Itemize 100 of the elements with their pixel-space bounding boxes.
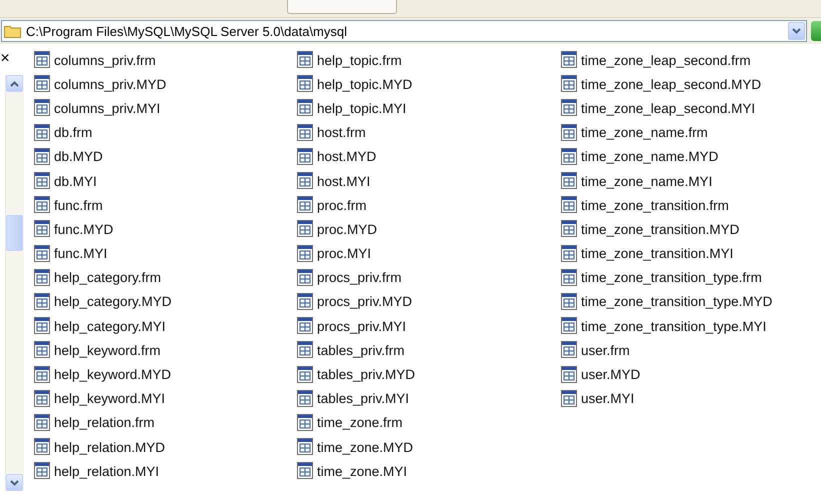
file-name[interactable]: time_zone_name.frm [581,125,708,140]
scroll-up-button[interactable] [6,75,23,92]
file-name[interactable]: db.MYI [54,174,97,189]
file-name[interactable]: procs_priv.MYD [317,294,412,310]
file-name[interactable]: time_zone_transition.frm [581,198,729,213]
file-name[interactable]: user.frm [581,342,630,358]
file-name[interactable]: host.MYD [317,149,376,164]
file-name[interactable]: help_topic.MYI [317,100,406,116]
file-icon [34,438,51,456]
file-icon [297,366,314,384]
file-icon [34,172,51,190]
chevron-down-icon [10,480,19,486]
file-icon [561,244,578,263]
file-name[interactable]: help_keyword.MYI [54,391,166,406]
file-icon [297,462,314,480]
file-name[interactable]: db.frm [54,125,92,140]
file-name[interactable]: help_relation.frm [54,415,155,430]
file-name[interactable]: tables_priv.frm [317,342,405,358]
file-name[interactable]: procs_priv.MYI [317,318,406,334]
file-icon [34,51,51,70]
file-icon [297,51,314,70]
file-name[interactable]: help_topic.frm [317,52,402,68]
file-icon [34,124,51,142]
file-icon [34,390,51,408]
file-name[interactable]: user.MYI [581,391,634,406]
file-name[interactable]: columns_priv.MYD [54,76,166,92]
file-icon [34,268,51,287]
file-name[interactable]: proc.MYI [317,246,372,262]
file-name[interactable]: host.MYI [317,174,370,189]
file-icon [561,390,578,408]
file-name[interactable]: tables_priv.MYD [317,367,416,382]
file-name[interactable]: func.MYI [54,246,108,262]
file-icon [561,75,578,94]
file-icon [561,292,578,311]
dropdown-button[interactable] [788,22,805,40]
file-name[interactable]: time_zone.MYI [317,464,408,479]
file-icon [297,414,314,432]
chevron-down-icon [792,28,801,34]
file-name[interactable]: func.frm [54,198,103,213]
file-icon [297,124,314,142]
file-icon [297,99,314,118]
file-icon [34,414,51,432]
file-icon [297,148,314,166]
file-icon [297,317,314,336]
file-icon [561,124,578,142]
file-icon [561,51,578,70]
file-name[interactable]: proc.frm [317,198,367,213]
file-name[interactable]: time_zone.MYD [317,440,414,455]
file-name[interactable]: time_zone_transition_type.MYD [581,294,772,310]
file-name[interactable]: time_zone_name.MYD [581,149,718,164]
file-name[interactable]: db.MYD [54,149,103,164]
file-name[interactable]: help_keyword.frm [54,342,161,358]
file-icon [561,99,578,118]
file-name[interactable]: time_zone_leap_second.frm [581,52,751,68]
scroll-down-button[interactable] [6,474,23,491]
file-name[interactable]: time_zone_transition_type.frm [581,270,762,286]
file-icon [34,75,51,94]
file-icon [561,366,578,384]
file-icon [34,196,51,214]
file-icon [34,341,51,360]
file-name[interactable]: func.MYD [54,222,114,237]
file-icon [297,341,314,360]
file-name[interactable]: time_zone_transition.MYD [581,222,740,237]
file-name[interactable]: help_relation.MYD [54,440,166,455]
file-name[interactable]: time_zone_leap_second.MYI [581,100,756,116]
address-field[interactable]: C:\Program Files\MySQL\MySQL Server 5.0\data\mysql [1,20,807,42]
close-button[interactable]: × [0,51,10,67]
file-name[interactable]: time_zone_name.MYI [581,174,712,189]
file-icon [297,172,314,190]
file-name[interactable]: help_keyword.MYD [54,367,172,382]
file-name[interactable]: procs_priv.frm [317,270,402,286]
file-name[interactable]: time_zone_leap_second.MYD [581,76,762,92]
file-name[interactable]: time_zone_transition_type.MYI [581,318,766,334]
file-name[interactable]: time_zone.frm [317,415,403,430]
file-icon [34,462,51,480]
file-name[interactable]: help_category.MYD [54,294,172,310]
file-name[interactable]: time_zone_transition.MYI [581,246,734,262]
file-icon [561,196,578,214]
file-name[interactable]: host.frm [317,125,366,140]
file-name[interactable]: help_relation.MYI [54,464,160,479]
file-name[interactable]: tables_priv.MYI [317,391,410,406]
address-path: C:\Program Files\MySQL\MySQL Server 5.0\data\mysql [26,24,348,38]
file-name[interactable]: user.MYD [581,367,640,382]
file-icon [34,244,51,263]
file-icon [34,220,51,238]
file-icon [297,244,314,263]
scroll-thumb[interactable] [6,215,23,251]
file-icon [34,317,51,336]
file-name[interactable]: help_topic.MYD [317,76,412,92]
file-icon [297,438,314,456]
file-icon [34,366,51,384]
file-name[interactable]: proc.MYD [317,222,378,237]
file-name[interactable]: columns_priv.frm [54,52,156,68]
file-name[interactable]: help_category.frm [54,270,162,286]
file-icon [297,75,314,94]
file-icon [297,292,314,311]
file-icon [297,268,314,287]
file-icon [561,317,578,336]
file-name[interactable]: help_category.MYI [54,318,166,334]
file-name[interactable]: columns_priv.MYI [54,100,160,116]
